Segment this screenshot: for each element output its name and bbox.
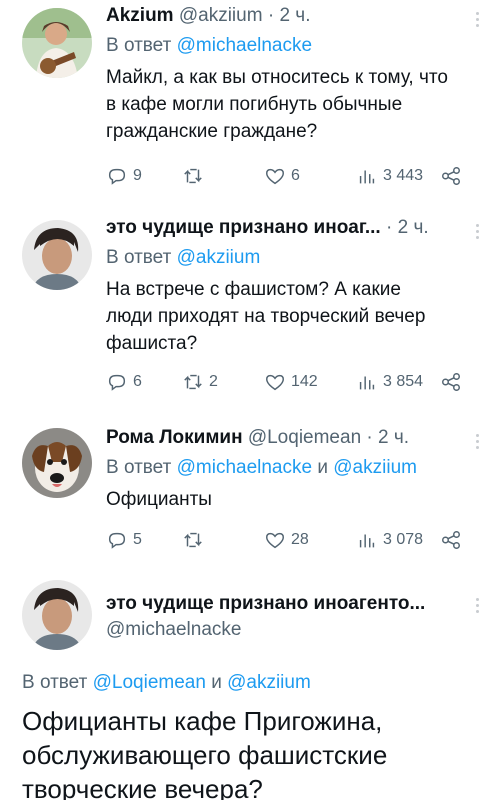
- views-icon: [359, 170, 375, 184]
- tweet-1[interactable]: Akzium @akziium · 2 ч. В ответ @michaeln…: [0, 0, 496, 200]
- views-icon: [359, 534, 375, 548]
- focus-author-name[interactable]: это чудище признано иноагенто...: [106, 592, 468, 616]
- tweet-actions: 5 28 3 078: [106, 528, 466, 552]
- reply-mention[interactable]: @Loqiemean: [93, 672, 206, 693]
- reply-prefix: В ответ: [22, 672, 88, 693]
- reply-context: В ответ @michaelnacke: [106, 34, 468, 58]
- retweet-button[interactable]: [182, 164, 209, 188]
- reply-button[interactable]: 9: [106, 164, 142, 188]
- like-icon: [266, 532, 284, 549]
- views-count: 3 854: [383, 373, 424, 390]
- tweet-text: Официанты: [106, 489, 212, 510]
- tweet-3[interactable]: Рома Локимин @Loqiemean · 2 ч. В ответ @…: [0, 410, 496, 572]
- focus-reply-context: В ответ @Loqiemean и @akziium: [22, 672, 311, 694]
- views-button[interactable]: 3 443: [356, 164, 423, 188]
- focus-tweet-text: Официанты кафе Пригожина, обслуживающего…: [22, 706, 388, 800]
- more-icon[interactable]: [476, 224, 482, 242]
- share-icon: [442, 531, 460, 549]
- reply-mention[interactable]: @michaelnacke: [177, 35, 312, 56]
- retweet-icon: [184, 374, 202, 390]
- like-button[interactable]: 6: [264, 164, 300, 188]
- views-button[interactable]: 3 078: [356, 528, 423, 552]
- tweet-actions: 6 2 142 3 854: [106, 370, 466, 394]
- reply-context: В ответ @michaelnacke и @akziium: [106, 456, 468, 480]
- retweet-button[interactable]: [182, 528, 209, 552]
- reply-count: 6: [133, 373, 142, 390]
- like-icon: [266, 168, 284, 185]
- tweet-text: На встрече с фашистом? А какие люди прих…: [106, 279, 426, 354]
- share-button[interactable]: [440, 528, 462, 552]
- views-count: 3 078: [383, 531, 424, 548]
- reply-mention[interactable]: @michaelnacke: [177, 457, 312, 478]
- tweet-text: Майкл, а как вы относитесь к тому, что в…: [106, 67, 448, 142]
- like-button[interactable]: 28: [264, 528, 309, 552]
- share-icon: [442, 373, 460, 391]
- reply-mention-2[interactable]: @akziium: [227, 672, 311, 693]
- reply-context: В ответ @akziium: [106, 246, 468, 270]
- retweet-icon: [184, 168, 202, 184]
- author-name[interactable]: Рома Локимин: [106, 427, 243, 448]
- author-name[interactable]: Akzium: [106, 5, 174, 26]
- reply-button[interactable]: 6: [106, 370, 142, 394]
- tweet-2[interactable]: это чудище признано иноаг... · 2 ч. В от…: [0, 200, 496, 410]
- reply-count: 5: [133, 531, 142, 548]
- timestamp[interactable]: 2 ч.: [279, 5, 310, 26]
- like-icon: [266, 374, 284, 391]
- share-button[interactable]: [440, 164, 462, 188]
- more-icon[interactable]: [476, 12, 482, 30]
- avatar-focus-user[interactable]: [22, 580, 92, 650]
- separator-dot: ·: [366, 427, 373, 448]
- reply-conjunction: и: [317, 457, 328, 478]
- tweet-actions: 9 6 3 443: [106, 164, 466, 188]
- author-handle[interactable]: @akziium: [179, 5, 263, 26]
- reply-conjunction: и: [211, 672, 222, 693]
- like-count: 28: [291, 531, 309, 548]
- focus-author-handle[interactable]: @michaelnacke: [106, 618, 468, 642]
- reply-prefix: В ответ: [106, 35, 172, 56]
- reply-count: 9: [133, 167, 142, 184]
- author-handle[interactable]: @Loqiemean: [248, 427, 361, 448]
- like-count: 142: [291, 373, 318, 390]
- reply-icon: [108, 374, 126, 391]
- views-count: 3 443: [383, 167, 424, 184]
- views-button[interactable]: 3 854: [356, 370, 423, 394]
- avatar-roma[interactable]: [22, 428, 92, 498]
- views-icon: [359, 376, 375, 390]
- more-icon[interactable]: [476, 598, 482, 616]
- reply-icon: [108, 168, 126, 185]
- reply-prefix: В ответ: [106, 457, 172, 478]
- share-button[interactable]: [440, 370, 462, 394]
- author-name[interactable]: это чудище признано иноаг...: [106, 217, 381, 238]
- timestamp[interactable]: 2 ч.: [398, 217, 429, 238]
- timestamp[interactable]: 2 ч.: [378, 427, 409, 448]
- like-count: 6: [291, 167, 300, 184]
- reply-prefix: В ответ: [106, 247, 172, 268]
- share-icon: [442, 167, 460, 185]
- reply-mention-2[interactable]: @akziium: [333, 457, 417, 478]
- avatar-user[interactable]: [22, 220, 92, 290]
- separator-dot: ·: [386, 217, 393, 238]
- separator-dot: ·: [267, 5, 275, 26]
- avatar-akzium[interactable]: [22, 8, 92, 78]
- like-button[interactable]: 142: [264, 370, 318, 394]
- retweet-icon: [184, 532, 202, 548]
- retweet-count: 2: [209, 373, 218, 390]
- more-icon[interactable]: [476, 434, 482, 452]
- retweet-button[interactable]: 2: [182, 370, 218, 394]
- reply-button[interactable]: 5: [106, 528, 142, 552]
- reply-icon: [108, 532, 126, 549]
- reply-mention[interactable]: @akziium: [177, 247, 261, 268]
